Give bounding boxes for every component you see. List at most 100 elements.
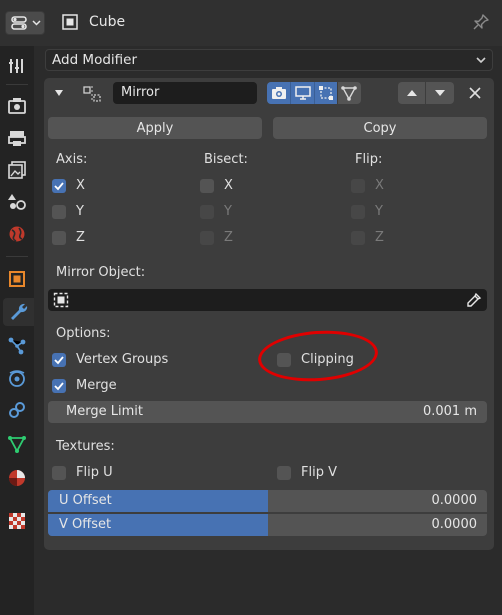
move-buttons xyxy=(398,82,454,104)
modifier-name: Mirror xyxy=(121,85,160,100)
tab-texture[interactable] xyxy=(3,507,31,535)
add-modifier-dropdown[interactable]: Add Modifier xyxy=(45,49,493,71)
scene-icon xyxy=(8,194,26,210)
tab-view-layer[interactable] xyxy=(3,156,31,184)
bisect-z-checkbox[interactable] xyxy=(200,231,214,245)
flip-u-label: Flip U xyxy=(76,465,113,480)
vertex-groups-label: Vertex Groups xyxy=(76,352,169,367)
merge-label: Merge xyxy=(76,378,117,393)
bisect-x-checkbox[interactable] xyxy=(200,179,214,193)
tab-tool[interactable] xyxy=(3,52,31,80)
u-offset-value: 0.0000 xyxy=(431,493,478,508)
tab-world[interactable] xyxy=(3,220,31,248)
tab-constraints[interactable] xyxy=(3,396,31,424)
axis-x-checkbox[interactable] xyxy=(52,179,66,193)
checkmark-icon xyxy=(54,182,64,191)
cage-icon[interactable] xyxy=(341,85,357,101)
editor-type-button[interactable] xyxy=(5,11,45,35)
tool-icon xyxy=(9,59,23,73)
object-icon xyxy=(62,14,78,30)
flip-v-label: Flip V xyxy=(301,465,337,480)
output-icon xyxy=(8,131,26,146)
flip-y-label: Y xyxy=(375,204,383,219)
editmode-icon[interactable] xyxy=(318,85,334,101)
chevron-down-icon xyxy=(476,57,486,64)
options-title: Options: xyxy=(56,326,111,341)
tab-output[interactable] xyxy=(3,124,31,152)
view-layer-icon xyxy=(8,161,26,179)
copy-button[interactable]: Copy xyxy=(273,117,487,139)
constraints-icon xyxy=(9,402,25,418)
modifier-name-field[interactable]: Mirror xyxy=(113,82,257,104)
flip-title: Flip: xyxy=(355,152,383,167)
tab-object[interactable] xyxy=(3,265,31,293)
wrench-icon xyxy=(10,303,27,320)
u-offset-label: U Offset xyxy=(59,493,112,508)
world-icon xyxy=(9,226,25,242)
collapse-triangle-icon[interactable] xyxy=(54,88,64,98)
properties-tabs xyxy=(0,46,34,615)
u-offset-slider[interactable]: U Offset 0.0000 xyxy=(48,490,487,512)
add-modifier-label: Add Modifier xyxy=(52,52,138,68)
bisect-y-label: Y xyxy=(224,204,232,219)
merge-limit-value: 0.001 m xyxy=(422,404,477,419)
merge-limit-field[interactable]: Merge Limit 0.001 m xyxy=(48,401,487,423)
tab-render[interactable] xyxy=(3,92,31,120)
v-offset-value: 0.0000 xyxy=(431,517,478,532)
particles-icon xyxy=(8,337,26,355)
pin-icon[interactable] xyxy=(472,13,490,31)
flip-x-label: X xyxy=(375,178,384,193)
object-name: Cube xyxy=(89,14,126,30)
merge-limit-label: Merge Limit xyxy=(66,404,143,419)
bisect-y-checkbox[interactable] xyxy=(200,205,214,219)
flip-z-checkbox[interactable] xyxy=(351,231,365,245)
mirror-modifier-icon xyxy=(83,86,101,102)
textures-title: Textures: xyxy=(56,439,115,454)
move-up-icon[interactable] xyxy=(405,87,419,99)
apply-button[interactable]: Apply xyxy=(48,117,262,139)
tab-particles[interactable] xyxy=(3,332,31,360)
eyedropper-icon[interactable] xyxy=(466,292,482,308)
axis-z-label: Z xyxy=(76,230,85,245)
tab-scene[interactable] xyxy=(3,188,31,216)
flip-v-checkbox[interactable] xyxy=(277,466,291,480)
flip-x-checkbox[interactable] xyxy=(351,179,365,193)
texture-icon xyxy=(9,513,25,529)
flip-z-label: Z xyxy=(375,230,384,245)
properties-header: Cube xyxy=(0,0,502,46)
flip-y-checkbox[interactable] xyxy=(351,205,365,219)
axis-y-label: Y xyxy=(76,204,84,219)
axis-title: Axis: xyxy=(56,152,88,167)
bisect-x-label: X xyxy=(224,178,233,193)
mesh-data-icon xyxy=(8,436,26,453)
physics-icon xyxy=(9,370,25,387)
axis-z-checkbox[interactable] xyxy=(52,231,66,245)
v-offset-label: V Offset xyxy=(59,517,112,532)
tab-physics[interactable] xyxy=(3,364,31,392)
merge-checkbox[interactable] xyxy=(52,379,66,393)
properties-editor-icon xyxy=(11,16,41,30)
object-properties-icon xyxy=(9,271,25,287)
camera-icon[interactable] xyxy=(271,85,287,101)
checkmark-icon xyxy=(54,356,64,365)
tab-material[interactable] xyxy=(3,464,31,492)
mirror-object-title: Mirror Object: xyxy=(56,265,146,280)
vertex-groups-checkbox[interactable] xyxy=(52,353,66,367)
axis-x-label: X xyxy=(76,178,85,193)
object-icon xyxy=(53,292,69,308)
flip-u-checkbox[interactable] xyxy=(52,466,66,480)
checkmark-icon xyxy=(54,382,64,391)
axis-y-checkbox[interactable] xyxy=(52,205,66,219)
tab-data[interactable] xyxy=(3,430,31,458)
v-offset-slider[interactable]: V Offset 0.0000 xyxy=(48,514,487,536)
visibility-toggle-group xyxy=(267,82,361,104)
render-icon xyxy=(8,98,26,114)
bisect-z-label: Z xyxy=(224,230,233,245)
material-icon xyxy=(9,470,25,486)
monitor-icon[interactable] xyxy=(295,85,311,101)
mirror-object-field[interactable] xyxy=(48,289,487,311)
tab-modifiers[interactable] xyxy=(3,298,34,326)
bisect-title: Bisect: xyxy=(204,152,248,167)
move-down-icon[interactable] xyxy=(433,87,447,99)
close-icon[interactable] xyxy=(468,86,482,100)
